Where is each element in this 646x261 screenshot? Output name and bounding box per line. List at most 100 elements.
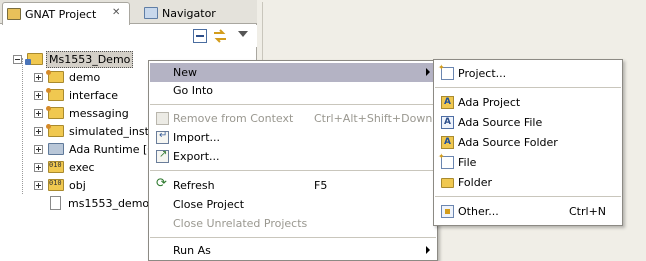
submenu-arrow-icon: [426, 68, 430, 76]
menu-item-folder[interactable]: Folder: [435, 173, 621, 192]
tree-item-label: Ms1553_Demo: [46, 50, 134, 68]
tree-item-ms1553-demo[interactable]: Ms1553_Demo: [13, 50, 134, 68]
expand-icon[interactable]: [34, 90, 43, 100]
menu-item-label: Export...: [173, 150, 220, 163]
menu-item-shortcut: Ctrl+N: [569, 205, 607, 218]
menu-item-shortcut: F5: [314, 179, 328, 192]
menu-item-label: Ada Source File: [458, 116, 543, 129]
tree-connector: [22, 58, 23, 194]
menu-item-export[interactable]: Export...: [150, 147, 436, 166]
menu-item-shortcut: Ctrl+Alt+Shift+Down: [314, 112, 433, 125]
menu-item-label: New: [173, 66, 197, 79]
new-submenu: Project... A Ada Project A Ada Source Fi…: [433, 59, 623, 226]
menu-separator: [150, 170, 436, 171]
navigator-icon: [144, 7, 158, 19]
tree-item-label: messaging: [69, 106, 129, 120]
expand-icon[interactable]: [34, 144, 43, 154]
menu-item-remove-from-context[interactable]: Remove from Context Ctrl+Alt+Shift+Down: [150, 109, 436, 128]
folder-icon: [441, 178, 454, 188]
expand-icon[interactable]: [34, 108, 43, 118]
view-toolbar: [0, 25, 257, 47]
menu-item-other[interactable]: Other... Ctrl+N: [435, 202, 621, 221]
menu-item-label: Import...: [173, 131, 220, 144]
tree-item-interface[interactable]: interface: [34, 86, 120, 104]
submenu-arrow-icon: [426, 246, 430, 254]
expand-icon[interactable]: [34, 162, 43, 172]
tree-item-label: interface: [69, 88, 119, 102]
tab-gnat-project[interactable]: GNAT Project ✕: [2, 2, 130, 25]
menu-separator: [435, 196, 621, 197]
package-folder-icon: [46, 88, 64, 101]
tree-item-exec[interactable]: exec: [34, 158, 97, 176]
tree-item-ms1553-demo-gpr[interactable]: ms1553_demo.g: [50, 194, 161, 212]
menu-separator: [435, 87, 621, 88]
tree-item-label: demo: [69, 70, 101, 84]
menu-item-ada-project[interactable]: A Ada Project: [435, 93, 621, 112]
other-wizard-icon: [441, 205, 454, 218]
menu-item-ada-source-folder[interactable]: A Ada Source Folder: [435, 133, 621, 152]
context-menu: New Go Into Remove from Context Ctrl+Alt…: [148, 60, 438, 261]
menu-separator: [150, 237, 436, 238]
menu-item-label: Close Unrelated Projects: [173, 217, 308, 230]
package-folder-icon: [46, 124, 64, 137]
collapse-icon[interactable]: [13, 54, 22, 64]
menu-item-label: Close Project: [173, 198, 245, 211]
menu-separator: [150, 104, 436, 105]
menu-item-ada-source-file[interactable]: A Ada Source File: [435, 113, 621, 132]
menu-item-refresh[interactable]: Refresh F5: [150, 176, 436, 195]
gnat-project-icon: [7, 8, 21, 20]
menu-item-new-project[interactable]: Project...: [435, 63, 621, 83]
binary-folder-icon: [48, 161, 64, 173]
tab-navigator[interactable]: Navigator: [140, 2, 252, 24]
menu-item-label: Go Into: [173, 84, 214, 97]
expand-icon[interactable]: [34, 126, 43, 136]
export-icon: [156, 149, 169, 163]
expand-icon[interactable]: [34, 180, 43, 190]
file-icon: [438, 152, 454, 169]
library-icon: [48, 143, 64, 155]
menu-item-go-into[interactable]: Go Into: [150, 81, 436, 100]
menu-item-label: Ada Source Folder: [458, 136, 558, 149]
tree-item-ada-runtime[interactable]: Ada Runtime [GN: [34, 140, 166, 158]
tree-item-obj[interactable]: obj: [34, 176, 88, 194]
ada-source-folder-icon: A: [441, 136, 454, 149]
view-menu-icon[interactable]: [238, 29, 248, 39]
menu-item-label: Remove from Context: [173, 112, 294, 125]
close-icon[interactable]: ✕: [112, 8, 121, 18]
menu-item-run-as[interactable]: Run As: [150, 241, 436, 260]
menu-item-close-unrelated-projects[interactable]: Close Unrelated Projects: [150, 214, 436, 233]
tree-item-label: obj: [69, 178, 86, 192]
link-with-editor-icon[interactable]: [212, 29, 226, 43]
menu-item-label: Other...: [458, 205, 499, 218]
menu-item-file[interactable]: File: [435, 152, 621, 172]
menu-item-import[interactable]: Import...: [150, 128, 436, 147]
menu-item-label: Refresh: [173, 179, 215, 192]
tab-navigator-label: Navigator: [162, 6, 216, 20]
menu-item-label: Project...: [458, 67, 507, 80]
tree-item-messaging[interactable]: messaging: [34, 104, 131, 122]
ada-project-icon: A: [441, 96, 454, 109]
menu-item-label: Ada Project: [458, 96, 521, 109]
menu-item-new[interactable]: New: [150, 63, 436, 82]
file-icon: [50, 196, 61, 210]
menu-item-close-project[interactable]: Close Project: [150, 195, 436, 214]
tree-item-simulated-instan[interactable]: simulated_instan: [34, 122, 165, 140]
new-project-icon: [438, 63, 454, 80]
refresh-icon: [156, 176, 169, 192]
menu-item-label: Folder: [458, 176, 492, 189]
tree-item-label: exec: [69, 160, 95, 174]
package-folder-icon: [46, 106, 64, 119]
import-icon: [156, 130, 169, 144]
binary-folder-icon: [48, 179, 64, 191]
tree-item-demo[interactable]: demo: [34, 68, 102, 86]
ada-source-file-icon: A: [441, 116, 454, 129]
package-folder-icon: [46, 70, 64, 83]
remove-context-icon: [156, 112, 169, 125]
menu-item-label: File: [458, 156, 477, 169]
view-tab-strip: GNAT Project ✕ Navigator: [0, 0, 257, 25]
expand-icon[interactable]: [34, 72, 43, 82]
project-folder-icon: [25, 53, 43, 65]
collapse-all-icon[interactable]: [193, 29, 207, 43]
tab-gnat-project-label: GNAT Project: [25, 7, 97, 21]
menu-item-label: Run As: [173, 244, 211, 257]
